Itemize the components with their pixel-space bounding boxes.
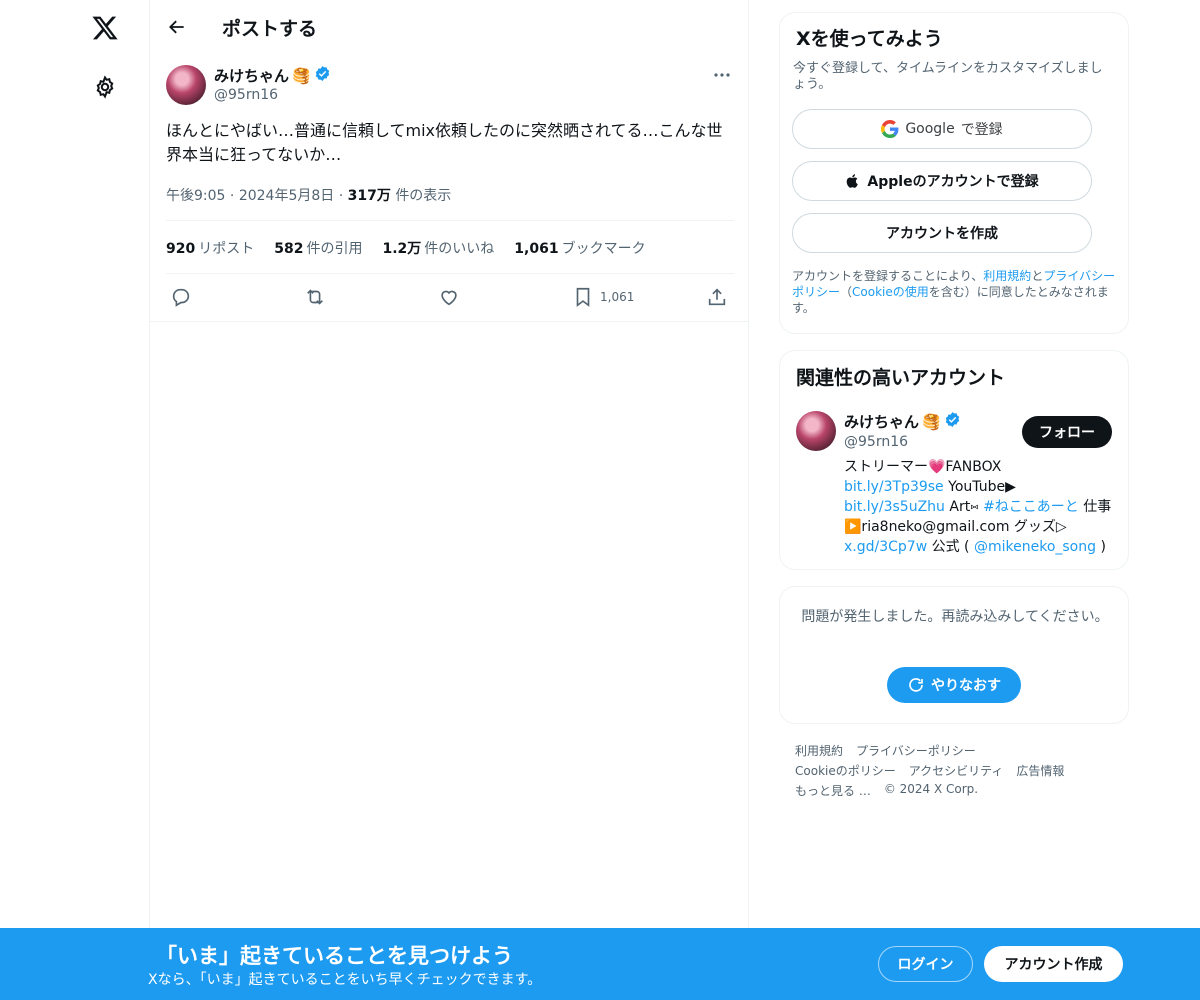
views-label: 件の表示 — [395, 188, 452, 204]
reply-button[interactable] — [170, 285, 192, 309]
more-link[interactable]: もっと見る … — [795, 782, 871, 799]
recommended-handle[interactable]: @95rn16 — [844, 434, 908, 450]
refresh-icon — [909, 678, 923, 692]
verified-badge-icon — [314, 65, 331, 86]
avatar[interactable] — [796, 411, 836, 451]
terms-text-2: と — [1031, 269, 1044, 283]
views-count: 317万 — [347, 188, 391, 204]
create-account-button[interactable]: アカウントを作成 — [792, 213, 1092, 253]
post-text: ほんとにやばい…普通に信頼してmix依頼したのに突然晒されてる…こんな世界本当に… — [166, 121, 723, 164]
footer-row: 利用規約 プライバシーポリシー — [795, 742, 976, 759]
google-label: Google — [905, 121, 955, 137]
page-title: ポストする — [222, 18, 318, 40]
avatar[interactable] — [166, 65, 206, 105]
signup-subtitle: 今すぐ登録して、タイムラインをカスタマイズしましょう。 — [793, 61, 1103, 92]
footer-row: もっと見る … © 2024 X Corp. — [795, 782, 978, 799]
post-author-name[interactable]: みけちゃん 🥞 — [214, 65, 331, 86]
bio-link[interactable]: bit.ly/3Tp39se — [844, 479, 944, 495]
footer-link[interactable]: Cookieのポリシー — [795, 762, 896, 779]
bio-text: ) — [1096, 539, 1106, 555]
signup-button[interactable]: アカウント作成 — [984, 946, 1123, 982]
bio-text: Art⑅ — [944, 499, 979, 515]
terms-text-1: アカウントを登録することにより、 — [792, 269, 984, 283]
footer-link[interactable]: プライバシーポリシー — [856, 742, 976, 759]
bio-text: YouTube▶ — [943, 479, 1016, 495]
post-author-handle[interactable]: @95rn16 — [214, 87, 278, 103]
bio-link[interactable]: bit.ly/3s5uZhu — [844, 499, 945, 515]
recommended-bio: ストリーマー💗FANBOX bit.ly/3Tp39se YouTube▶ bi… — [844, 457, 1114, 557]
google-signup-button[interactable]: Google で登録 — [792, 109, 1092, 149]
bookmarks-stat[interactable]: 1,061 ブックマーク — [514, 238, 645, 258]
pancake-emoji: 🥞 — [292, 66, 311, 85]
recommended-name-text: みけちゃん — [844, 413, 920, 431]
login-button[interactable]: ログイン — [878, 946, 973, 982]
footer-row: Cookieのポリシー アクセシビリティ 広告情報 — [795, 762, 1064, 779]
hashtag-link[interactable]: #ねここあーと — [983, 499, 1079, 515]
retry-button[interactable]: やりなおす — [887, 667, 1021, 703]
share-button[interactable] — [706, 285, 728, 309]
google-suffix: で登録 — [960, 122, 1003, 138]
share-icon — [708, 288, 726, 306]
divider — [150, 321, 748, 322]
terms-text-3: （ — [840, 285, 853, 299]
repost-icon — [307, 289, 323, 305]
footer-link[interactable]: 利用規約 — [795, 742, 843, 759]
footer-link[interactable]: アクセシビリティ — [909, 762, 1004, 779]
retry-label: やりなおす — [931, 678, 1001, 694]
terms-link[interactable]: 利用規約 — [983, 269, 1031, 283]
copyright: © 2024 X Corp. — [883, 782, 979, 796]
post-time[interactable]: 午後9:05 — [166, 188, 225, 204]
meta-separator: · — [229, 188, 235, 204]
reply-icon — [172, 288, 190, 307]
bookmark-count: 1,061 — [600, 290, 635, 304]
create-account-label: アカウントを作成 — [886, 226, 998, 242]
post-date[interactable]: 2024年5月8日 — [239, 188, 334, 204]
pancake-emoji: 🥞 — [922, 412, 941, 431]
apple-signup-button[interactable]: Appleのアカウントで登録 — [792, 161, 1092, 201]
bio-link[interactable]: x.gd/3Cp7w — [844, 539, 927, 555]
divider — [166, 273, 734, 274]
x-logo-icon[interactable] — [87, 10, 123, 46]
reposts-stat[interactable]: 920 リポスト — [166, 238, 254, 258]
like-button[interactable] — [438, 285, 460, 309]
follow-button[interactable]: フォロー — [1022, 416, 1112, 448]
bookmark-icon — [576, 287, 590, 307]
divider — [166, 220, 734, 221]
bottom-bar-title: 「いま」起きていることを見つけよう — [156, 944, 513, 968]
recommended-name[interactable]: みけちゃん 🥞 — [844, 411, 961, 432]
bottom-bar-subtitle: Xなら、「いま」起きていることをいち早くチェックできます。 — [148, 972, 542, 988]
post-meta: 午後9:05 · 2024年5月8日 · 317万 件の表示 — [166, 185, 451, 205]
bio-text: ストリーマー💗FANBOX — [844, 459, 1002, 475]
back-arrow-icon[interactable] — [160, 12, 194, 42]
more-options-icon[interactable] — [710, 64, 734, 86]
bookmark-button[interactable]: 1,061 — [572, 285, 634, 309]
meta-separator: · — [338, 188, 344, 204]
post-stats: 920 リポスト 582 件の引用 1.2万 件のいいね 1,061 ブックマーク — [166, 238, 646, 258]
likes-stat[interactable]: 1.2万 件のいいね — [382, 238, 494, 258]
repost-button[interactable] — [304, 285, 326, 309]
gear-icon[interactable] — [90, 72, 120, 102]
verified-badge-icon — [944, 411, 961, 432]
bio-text: 公式 ( — [927, 539, 974, 555]
footer-link[interactable]: 広告情報 — [1016, 762, 1064, 779]
error-message: 問題が発生しました。再読み込みしてください。 — [801, 609, 1109, 625]
heart-icon — [441, 290, 457, 306]
google-icon — [881, 120, 899, 138]
cookie-link[interactable]: Cookieの使用 — [852, 285, 929, 299]
recommended-title: 関連性の高いアカウント — [796, 367, 1006, 389]
apple-label: Appleのアカウントで登録 — [867, 174, 1039, 190]
mention-link[interactable]: @mikeneko_song — [974, 539, 1096, 555]
author-name-text: みけちゃん — [214, 67, 290, 85]
terms-text: アカウントを登録することにより、利用規約とプライバシーポリシー（Cookieの使… — [792, 268, 1118, 316]
apple-icon — [847, 174, 859, 188]
signup-title: Xを使ってみよう — [796, 28, 943, 50]
quotes-stat[interactable]: 582 件の引用 — [274, 238, 362, 258]
